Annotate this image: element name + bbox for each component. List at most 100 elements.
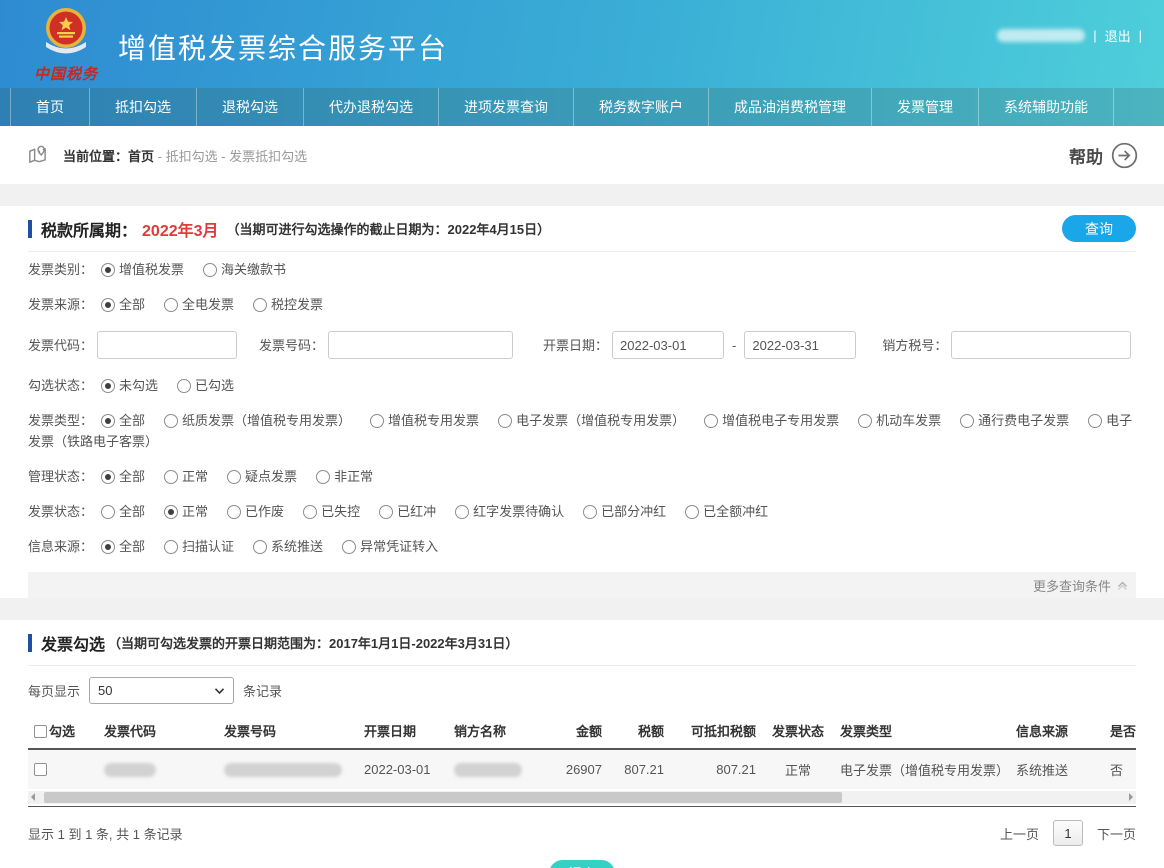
scroll-right-icon[interactable] (1129, 793, 1133, 801)
radio-option[interactable]: 全部 (101, 504, 145, 519)
radio-icon[interactable] (498, 414, 512, 428)
nav-tab[interactable]: 成品油消费税管理 (709, 88, 872, 126)
query-button[interactable]: 查询 (1062, 215, 1136, 242)
radio-option[interactable]: 增值税发票 (101, 262, 184, 277)
radio-icon[interactable] (1088, 414, 1102, 428)
invoice-code-input[interactable] (97, 331, 237, 359)
row-checkbox[interactable] (34, 763, 47, 776)
radio-option[interactable]: 全部 (101, 469, 145, 484)
nav-tab[interactable]: 税务数字账户 (574, 88, 709, 126)
radio-option[interactable]: 已勾选 (177, 378, 234, 393)
horizontal-scrollbar[interactable] (28, 791, 1136, 804)
date-to-input[interactable] (744, 331, 856, 359)
invoice-no-input[interactable] (328, 331, 513, 359)
radio-option[interactable]: 已全额冲红 (685, 504, 768, 519)
date-from-input[interactable] (612, 331, 724, 359)
radio-icon[interactable] (253, 298, 267, 312)
scrollbar-thumb[interactable] (44, 792, 842, 803)
scroll-left-icon[interactable] (31, 793, 35, 801)
radio-icon[interactable] (704, 414, 718, 428)
radio-icon[interactable] (342, 540, 356, 554)
radio-icon[interactable] (164, 540, 178, 554)
nav-tab[interactable]: 进项发票查询 (439, 88, 574, 126)
radio-option[interactable]: 机动车发票 (858, 413, 941, 428)
radio-icon[interactable] (858, 414, 872, 428)
current-page[interactable]: 1 (1053, 820, 1083, 846)
radio-option[interactable]: 通行费电子发票 (960, 413, 1069, 428)
radio-option[interactable]: 正常 (164, 469, 208, 484)
radio-option[interactable]: 已失控 (303, 504, 360, 519)
radio-icon[interactable] (227, 505, 241, 519)
breadcrumb-home[interactable]: 首页 (128, 149, 154, 164)
nav-tab[interactable]: 系统辅助功能 (979, 88, 1114, 126)
radio-icon[interactable] (101, 505, 115, 519)
nav-tab[interactable]: 首页 (10, 88, 90, 126)
radio-option[interactable]: 非正常 (316, 469, 373, 484)
radio-option[interactable]: 未勾选 (101, 378, 158, 393)
radio-option[interactable]: 红字发票待确认 (455, 504, 564, 519)
radio-option[interactable]: 税控发票 (253, 297, 323, 312)
radio-icon[interactable] (101, 470, 115, 484)
next-page-button[interactable]: 下一页 (1097, 824, 1136, 843)
select-all-checkbox[interactable] (34, 725, 47, 738)
radio-icon[interactable] (455, 505, 469, 519)
radio-label: 系统推送 (271, 539, 323, 554)
radio-option[interactable]: 海关缴款书 (203, 262, 286, 277)
prev-page-button[interactable]: 上一页 (1000, 824, 1039, 843)
radio-icon[interactable] (164, 470, 178, 484)
page-size-select[interactable]: 50 (89, 677, 234, 704)
invoice-no-label: 发票号码： (259, 335, 324, 356)
radio-option[interactable]: 全部 (101, 413, 145, 428)
radio-icon[interactable] (379, 505, 393, 519)
radio-option[interactable]: 全部 (101, 297, 145, 312)
radio-icon[interactable] (316, 470, 330, 484)
nav-tab[interactable]: 退税勾选 (197, 88, 304, 126)
help-label: 帮助 (1069, 143, 1103, 168)
nav-tab[interactable]: 抵扣勾选 (90, 88, 197, 126)
radio-icon[interactable] (253, 540, 267, 554)
radio-icon[interactable] (960, 414, 974, 428)
radio-icon[interactable] (203, 263, 217, 277)
radio-option[interactable]: 已红冲 (379, 504, 436, 519)
radio-icon[interactable] (685, 505, 699, 519)
tax-logo: 中国税务 (20, 5, 112, 84)
table-row: 2022-03-0126907807.21807.21正常电子发票（增值税专用发… (28, 749, 1136, 789)
submit-button[interactable]: 提交 (549, 860, 615, 868)
radio-option[interactable]: 异常凭证转入 (342, 539, 438, 554)
col-header-tax: 税额 (608, 713, 670, 749)
radio-icon[interactable] (164, 414, 178, 428)
radio-option[interactable]: 增值税电子专用发票 (704, 413, 839, 428)
radio-option[interactable]: 全电发票 (164, 297, 234, 312)
help-button[interactable]: 帮助 (1069, 142, 1138, 169)
nav-tab[interactable]: 发票管理 (872, 88, 979, 126)
radio-icon[interactable] (177, 379, 191, 393)
more-criteria-link[interactable]: 更多查询条件 (28, 572, 1136, 598)
radio-icon[interactable] (101, 298, 115, 312)
radio-icon[interactable] (101, 414, 115, 428)
radio-option[interactable]: 电子发票（增值税专用发票） (498, 413, 685, 428)
radio-option[interactable]: 已部分冲红 (583, 504, 666, 519)
nav-tab[interactable]: 代办退税勾选 (304, 88, 439, 126)
radio-option[interactable]: 系统推送 (253, 539, 323, 554)
radio-icon[interactable] (101, 263, 115, 277)
radio-icon[interactable] (303, 505, 317, 519)
seller-tax-input[interactable] (951, 331, 1131, 359)
radio-option[interactable]: 全部 (101, 539, 145, 554)
radio-icon[interactable] (164, 505, 178, 519)
radio-option[interactable]: 已作废 (227, 504, 284, 519)
radio-icon[interactable] (164, 298, 178, 312)
radio-label: 红字发票待确认 (473, 504, 564, 519)
emblem-icon (40, 44, 92, 61)
radio-option[interactable]: 正常 (164, 504, 208, 519)
radio-option[interactable]: 扫描认证 (164, 539, 234, 554)
radio-icon[interactable] (583, 505, 597, 519)
radio-icon[interactable] (101, 540, 115, 554)
radio-option[interactable]: 疑点发票 (227, 469, 297, 484)
cell-tax: 807.21 (608, 749, 670, 789)
radio-option[interactable]: 纸质发票（增值税专用发票） (164, 413, 351, 428)
radio-icon[interactable] (227, 470, 241, 484)
radio-option[interactable]: 增值税专用发票 (370, 413, 479, 428)
radio-icon[interactable] (101, 379, 115, 393)
logout-link[interactable]: 退出 (1105, 26, 1131, 45)
radio-icon[interactable] (370, 414, 384, 428)
